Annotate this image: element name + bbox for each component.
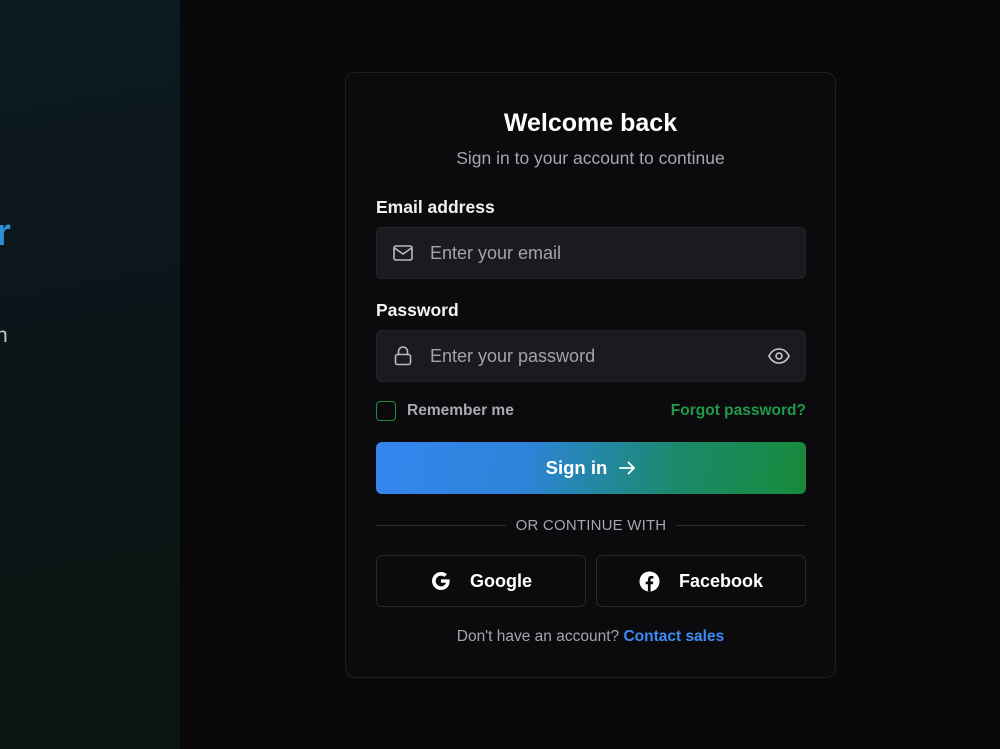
arrow-right-icon <box>619 461 636 475</box>
facebook-icon <box>639 570 661 592</box>
divider-line-left <box>376 524 506 526</box>
google-label: Google <box>470 570 532 591</box>
contact-sales-link[interactable]: Contact sales <box>623 628 724 645</box>
email-placeholder: Enter your email <box>430 242 562 263</box>
google-button[interactable]: Google <box>376 555 586 607</box>
hero-subtitle: h <box>0 324 8 347</box>
remember-checkbox[interactable] <box>376 401 396 421</box>
mail-icon <box>392 242 414 264</box>
password-placeholder: Enter your password <box>430 345 596 366</box>
google-icon <box>430 570 452 592</box>
forgot-password-link[interactable]: Forgot password? <box>671 402 806 420</box>
sign-in-button[interactable]: Sign in <box>376 442 806 494</box>
facebook-button[interactable]: Facebook <box>596 555 806 607</box>
facebook-label: Facebook <box>678 570 764 591</box>
sign-in-label: Sign in <box>545 457 608 478</box>
email-label: Email address <box>376 197 495 217</box>
card-subtitle: Sign in to your account to continue <box>456 148 725 168</box>
card-title: Welcome back <box>503 109 678 137</box>
signup-prompt: Don't have an account? Contact sales <box>346 628 835 646</box>
login-card: Welcome back Sign in to your account to … <box>345 72 836 678</box>
remember-label: Remember me <box>407 402 514 419</box>
divider-line-right <box>676 524 807 526</box>
hero-panel: r h <box>0 0 180 749</box>
eye-icon[interactable] <box>767 344 791 368</box>
signup-prompt-text: Don't have an account? <box>456 628 624 645</box>
remember-me[interactable]: Remember me <box>376 401 514 421</box>
divider: OR CONTINUE WITH <box>376 515 807 535</box>
lock-icon <box>392 345 414 367</box>
email-field[interactable]: Enter your email <box>376 227 806 279</box>
options-row: Remember me Forgot password? <box>376 399 806 423</box>
password-label: Password <box>376 300 459 320</box>
login-page: r h Welcome back Sign in to your account… <box>0 0 1000 749</box>
divider-text: OR CONTINUE WITH <box>515 516 667 534</box>
password-field[interactable]: Enter your password <box>376 330 806 382</box>
hero-heading: r <box>0 212 11 254</box>
